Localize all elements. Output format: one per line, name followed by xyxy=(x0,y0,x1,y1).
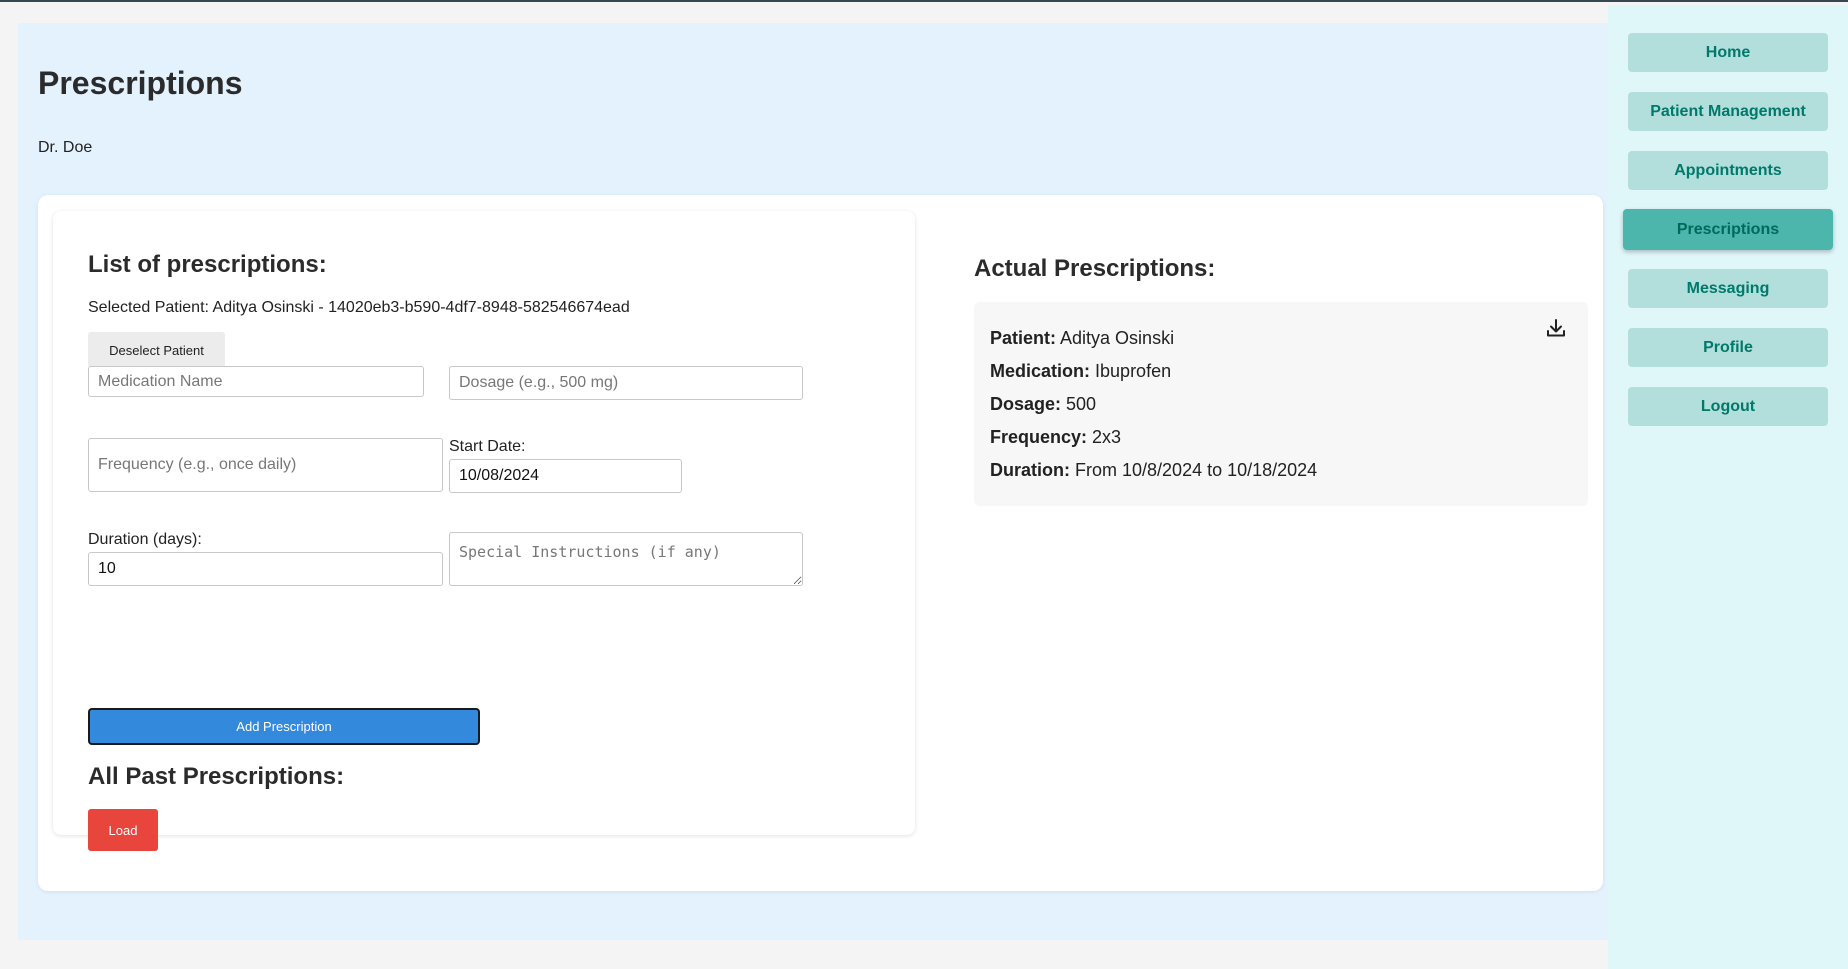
sidebar-nav: Home Patient Management Appointments Pre… xyxy=(1608,5,1848,969)
rx-dosage-value: 500 xyxy=(1066,394,1097,414)
rx-dosage: Dosage: 500 xyxy=(990,394,1096,415)
rx-patient-label: Patient: xyxy=(990,328,1057,348)
prescriptions-card: List of prescriptions: Selected Patient:… xyxy=(38,195,1603,891)
page-title: Prescriptions xyxy=(38,65,243,101)
nav-messaging-button[interactable]: Messaging xyxy=(1628,269,1828,308)
load-button[interactable]: Load xyxy=(88,809,158,851)
rx-frequency: Frequency: 2x3 xyxy=(990,427,1121,448)
medication-name-input[interactable] xyxy=(88,366,424,397)
nav-appointments-button[interactable]: Appointments xyxy=(1628,151,1828,190)
rx-patient-value: Aditya Osinski xyxy=(1060,328,1175,348)
nav-patient-management-button[interactable]: Patient Management xyxy=(1628,92,1828,131)
top-border xyxy=(0,0,1848,2)
rx-duration: Duration: From 10/8/2024 to 10/18/2024 xyxy=(990,460,1317,481)
prescription-list-heading: List of prescriptions: xyxy=(88,251,327,278)
prescription-details-card: Patient: Aditya Osinski Medication: Ibup… xyxy=(974,302,1588,506)
rx-patient: Patient: Aditya Osinski xyxy=(990,328,1174,349)
rx-dosage-label: Dosage: xyxy=(990,394,1062,414)
frequency-input[interactable] xyxy=(88,438,443,492)
nav-home-button[interactable]: Home xyxy=(1628,33,1828,72)
rx-duration-value: From 10/8/2024 to 10/18/2024 xyxy=(1075,460,1318,480)
duration-label: Duration (days): xyxy=(88,531,202,548)
actual-prescriptions-heading: Actual Prescriptions: xyxy=(974,255,1216,282)
rx-medication: Medication: Ibuprofen xyxy=(990,361,1171,382)
doctor-name: Dr. Doe xyxy=(38,139,93,156)
add-prescription-button[interactable]: Add Prescription xyxy=(88,708,480,745)
download-icon[interactable] xyxy=(1544,316,1568,340)
nav-profile-button[interactable]: Profile xyxy=(1628,328,1828,367)
nav-logout-button[interactable]: Logout xyxy=(1628,387,1828,426)
past-prescriptions-heading: All Past Prescriptions: xyxy=(88,763,345,790)
selected-patient-text: Selected Patient: Aditya Osinski - 14020… xyxy=(88,299,630,316)
rx-duration-label: Duration: xyxy=(990,460,1070,480)
rx-medication-label: Medication: xyxy=(990,361,1091,381)
rx-medication-value: Ibuprofen xyxy=(1095,361,1172,381)
start-date-input[interactable] xyxy=(449,459,682,493)
rx-frequency-value: 2x3 xyxy=(1092,427,1122,447)
rx-frequency-label: Frequency: xyxy=(990,427,1088,447)
start-date-label: Start Date: xyxy=(449,438,526,455)
nav-prescriptions-button[interactable]: Prescriptions xyxy=(1623,209,1833,250)
dosage-input[interactable] xyxy=(449,366,803,400)
duration-input[interactable] xyxy=(88,552,443,586)
main-content: Prescriptions Dr. Doe List of prescripti… xyxy=(18,23,1608,940)
prescription-form-panel: List of prescriptions: Selected Patient:… xyxy=(53,211,915,851)
special-instructions-textarea[interactable] xyxy=(449,532,803,586)
deselect-patient-button[interactable]: Deselect Patient xyxy=(88,332,225,368)
